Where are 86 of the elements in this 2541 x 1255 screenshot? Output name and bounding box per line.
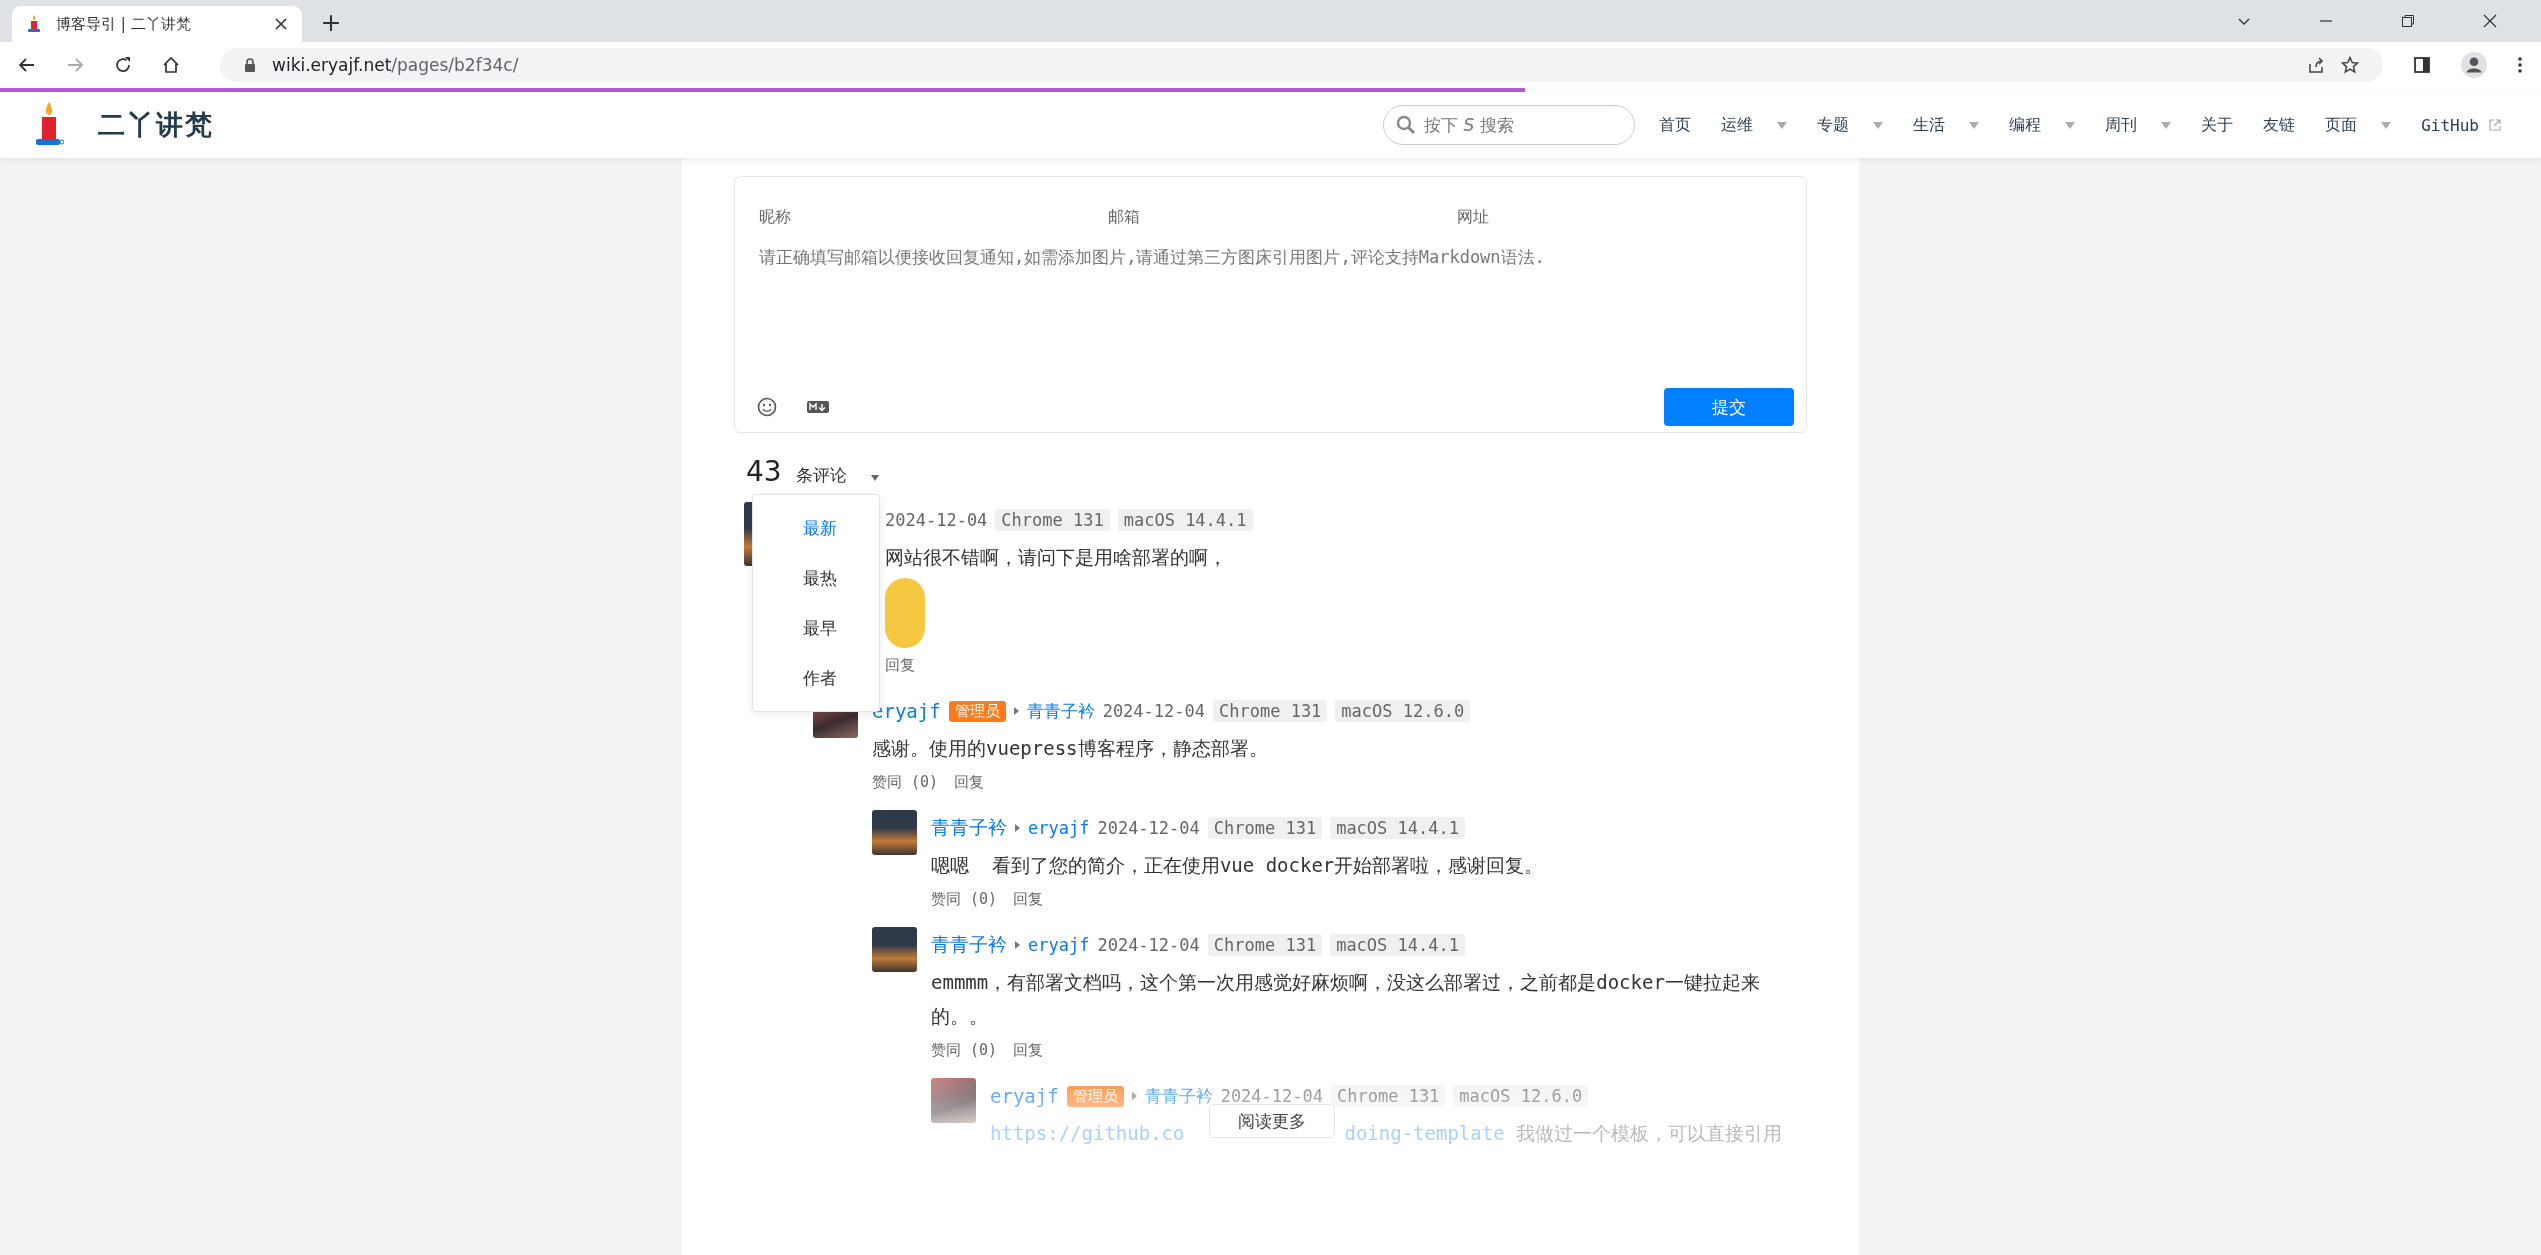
sort-option[interactable]: 最新 <box>753 503 879 553</box>
nav-link[interactable]: 运维 <box>1721 114 1754 136</box>
reply-to-name[interactable]: eryajf <box>1028 935 1090 955</box>
submit-button[interactable]: 提交 <box>1664 388 1794 426</box>
like-button[interactable]: 赞同 (0) <box>931 1041 998 1060</box>
candle-icon <box>26 15 42 33</box>
new-tab-icon[interactable] <box>322 14 340 32</box>
comment-date: 2024-12-04 <box>1220 1086 1323 1106</box>
avatar-photo <box>872 927 917 972</box>
caret-icon <box>1015 941 1020 949</box>
comment-count: 43 <box>746 455 782 488</box>
menu-icon[interactable] <box>2517 56 2523 74</box>
reply-button[interactable]: 回复 <box>885 656 915 675</box>
comment-date: 2024-12-04 <box>1102 701 1205 721</box>
dropdown-caret-icon <box>1969 121 1980 129</box>
dropdown-caret-icon <box>1777 121 1788 129</box>
emoji-icon[interactable] <box>757 397 777 417</box>
nav-link[interactable]: 友链 <box>2263 114 2296 136</box>
reply-button[interactable]: 回复 <box>1013 1041 1044 1060</box>
avatar-photo <box>872 810 917 855</box>
browser-tag: Chrome 131 <box>995 509 1110 531</box>
reload-icon[interactable] <box>114 56 132 74</box>
author-name[interactable]: 青青子衿 <box>931 815 1007 841</box>
os-tag: macOS 14.4.1 <box>1117 509 1253 531</box>
site-title[interactable]: 二丫讲梵 <box>98 107 214 143</box>
caret-icon <box>1013 707 1019 715</box>
author-name[interactable]: 青青子衿 <box>931 932 1007 958</box>
comment-date: 2024-12-04 <box>1097 935 1200 955</box>
comment-date: 2024-12-04 <box>885 510 988 530</box>
search-icon <box>1396 115 1417 135</box>
comment-count-label: 条评论 <box>795 464 847 487</box>
close-icon[interactable] <box>274 17 288 31</box>
dropdown-caret-icon <box>2381 121 2392 129</box>
comment-text: 我做过一个模板，可以直接引用 <box>1515 1122 1783 1144</box>
comment-text: 嗯嗯 看到了您的简介，正在使用vue docker开始部署啦，感谢回复。 <box>931 854 1544 876</box>
comment-text: 网站很不错啊，请问下是用啥部署的啊， <box>885 546 1227 568</box>
back-arrow-icon[interactable] <box>18 56 36 74</box>
read-more-button[interactable]: 阅读更多 <box>1209 1104 1335 1138</box>
like-button[interactable]: 赞同 (0) <box>872 773 939 792</box>
comment-date: 2024-12-04 <box>1097 818 1200 838</box>
admin-badge: 管理员 <box>948 700 1006 722</box>
os-tag: macOS 12.6.0 <box>1453 1085 1589 1107</box>
nav-link[interactable]: 专题 <box>1817 114 1850 136</box>
nav-link[interactable]: 首页 <box>1659 114 1692 136</box>
sort-option[interactable]: 最早 <box>753 603 879 653</box>
sort-option[interactable]: 最热 <box>753 553 879 603</box>
share-icon[interactable] <box>2307 56 2325 74</box>
browser-tag: Chrome 131 <box>1213 700 1328 722</box>
comment-text: emmmm，有部署文档吗，这个第一次用感觉好麻烦啊，没这么部署过，之前都是docker一键拉起来的。。 <box>931 971 1760 1027</box>
avatar-photo <box>931 1078 976 1123</box>
dropdown-caret-icon <box>2065 121 2076 129</box>
lock-icon <box>244 58 256 72</box>
os-tag: macOS 14.4.1 <box>1330 817 1465 839</box>
sidebar-icon[interactable] <box>2413 56 2431 74</box>
reply-button[interactable]: 回复 <box>954 773 985 792</box>
home-icon[interactable] <box>162 56 180 74</box>
like-button[interactable]: 赞同 (0) <box>931 890 998 909</box>
nav-link[interactable]: 生活 <box>1913 114 1946 136</box>
nav-link[interactable]: 周刊 <box>2105 114 2138 136</box>
restore-icon[interactable] <box>2401 14 2415 28</box>
dropdown-caret-icon <box>2161 121 2172 129</box>
close-icon[interactable] <box>2483 14 2497 28</box>
profile-icon[interactable] <box>2461 52 2487 78</box>
os-tag: macOS 14.4.1 <box>1330 934 1465 956</box>
admin-badge: 管理员 <box>1066 1085 1124 1107</box>
caret-icon <box>1015 824 1020 832</box>
os-tag: macOS 12.6.0 <box>1335 700 1471 722</box>
sort-caret-icon[interactable] <box>870 475 879 481</box>
nav-link[interactable]: 关于 <box>2201 114 2234 136</box>
reply-to-name[interactable]: eryajf <box>1028 818 1090 838</box>
sort-option[interactable]: 作者 <box>753 653 879 703</box>
dropdown-caret-icon <box>1873 121 1884 129</box>
comment-text: 感谢。使用的vuepress博客程序，静态部署。 <box>872 737 1268 759</box>
browser-tag: Chrome 131 <box>1331 1085 1446 1107</box>
star-icon[interactable] <box>2341 56 2359 74</box>
caret-icon <box>1131 1092 1137 1100</box>
browser-tag: Chrome 131 <box>1207 817 1323 839</box>
markdown-icon[interactable] <box>807 401 829 413</box>
browser-tag: Chrome 131 <box>1207 934 1323 956</box>
nav-link[interactable]: GitHub <box>2421 115 2479 135</box>
comment-form[interactable]: 昵称 邮箱 网址 请正确填写邮箱以便接收回复通知,如需添加图片,请通过第三方图床引用图片,评论支持Markdown语法. 提交 <box>734 176 1807 433</box>
nav-link[interactable]: 页面 <box>2325 114 2358 136</box>
address-bar[interactable]: wiki.eryajf.net/pages/b2f34c/ <box>220 48 2383 82</box>
reply-to-name[interactable]: 青青子衿 <box>1026 699 1095 723</box>
reply-button[interactable]: 回复 <box>1013 890 1044 909</box>
nav-link[interactable]: 编程 <box>2009 114 2042 136</box>
